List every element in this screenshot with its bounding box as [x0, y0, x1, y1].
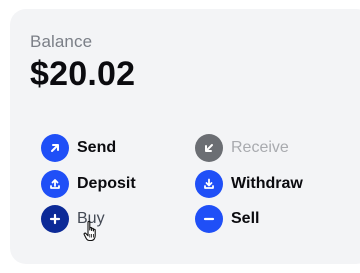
deposit-label: Deposit	[77, 175, 136, 192]
send-button[interactable]: Send	[41, 134, 116, 162]
deposit-button[interactable]: Deposit	[41, 170, 136, 198]
send-label: Send	[77, 139, 117, 156]
upload-tray-icon	[41, 170, 69, 198]
withdraw-button[interactable]: Withdraw	[195, 170, 303, 198]
arrow-up-right-icon	[41, 134, 69, 162]
plus-icon	[41, 205, 69, 233]
sell-label: Sell	[231, 210, 260, 227]
withdraw-label: Withdraw	[231, 175, 303, 192]
arrow-down-left-icon	[195, 134, 223, 162]
receive-button[interactable]: Receive	[195, 134, 289, 162]
hand-cursor-icon	[83, 220, 96, 242]
balance-label: Balance	[30, 32, 93, 51]
receive-label: Receive	[231, 139, 289, 156]
minus-icon	[195, 205, 223, 233]
download-tray-icon	[195, 170, 223, 198]
balance-amount: $20.02	[30, 55, 136, 93]
sell-button[interactable]: Sell	[195, 205, 259, 233]
